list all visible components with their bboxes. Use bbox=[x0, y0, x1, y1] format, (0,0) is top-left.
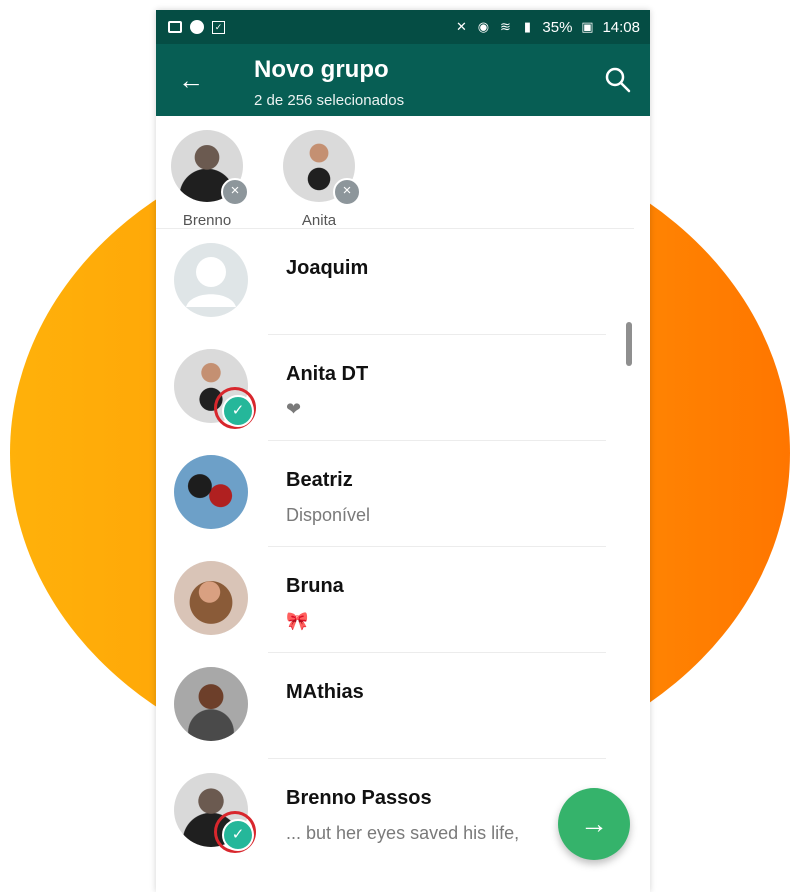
battery-icon: ▣ bbox=[581, 19, 594, 34]
page-title: Novo grupo bbox=[254, 56, 389, 83]
search-icon[interactable] bbox=[604, 66, 632, 94]
contact-name: Anita DT bbox=[286, 363, 369, 385]
contact-row-joaquim[interactable]: Joaquim bbox=[156, 229, 650, 335]
contact-name: Joaquim bbox=[286, 257, 369, 279]
contact-status: ... but her eyes saved his life, bbox=[286, 823, 520, 843]
contact-status: Disponível bbox=[286, 505, 371, 525]
selected-participants: × Brenno × Anita bbox=[156, 116, 634, 229]
remove-icon[interactable]: × bbox=[221, 178, 249, 206]
avatar bbox=[174, 561, 248, 635]
bow-emoji: 🎀 bbox=[286, 611, 309, 631]
status-bar: ✓ ✕ ◉ ≋ ▮ 35% ▣ 14:08 bbox=[156, 10, 650, 44]
contact-row-anita-dt[interactable]: ✓ Anita DT ❤ bbox=[156, 335, 650, 441]
avatar: × bbox=[171, 130, 249, 206]
status-right-icons: ✕ ◉ ≋ ▮ 35% ▣ 14:08 bbox=[454, 19, 640, 36]
contact-name: Beatriz bbox=[286, 469, 353, 491]
wifi-icon: ≋ bbox=[499, 19, 511, 34]
battery-percentage: 35% bbox=[542, 18, 573, 36]
scrollbar[interactable] bbox=[626, 322, 632, 366]
phone-screen: ✓ ✕ ◉ ≋ ▮ 35% ▣ 14:08 ← Novo grupo 2 de … bbox=[156, 10, 650, 892]
placeholder-avatar-icon bbox=[174, 243, 248, 317]
mute-icon: ✕ bbox=[455, 19, 467, 34]
selected-check-icon: ✓ bbox=[222, 395, 254, 427]
remove-icon[interactable]: × bbox=[333, 178, 361, 206]
status-left-icons: ✓ bbox=[168, 20, 225, 34]
clock: 14:08 bbox=[602, 18, 640, 36]
heart-emoji: ❤ bbox=[286, 399, 302, 419]
next-button[interactable]: → bbox=[558, 788, 630, 860]
contact-name: MAthias bbox=[286, 681, 364, 703]
avatar: × bbox=[283, 130, 361, 206]
selected-name: Anita bbox=[301, 212, 337, 229]
contact-row-mathias[interactable]: MAthias bbox=[156, 653, 650, 759]
selected-chip-anita[interactable]: × Anita bbox=[274, 130, 364, 229]
selected-check-icon: ✓ bbox=[222, 819, 254, 851]
contact-name: Brenno Passos bbox=[286, 787, 432, 809]
app-bar: ← Novo grupo 2 de 256 selecionados bbox=[156, 44, 650, 116]
music-icon bbox=[190, 20, 204, 34]
contact-name: Bruna bbox=[286, 575, 344, 597]
contact-list: Joaquim ✓ Anita DT ❤ Beatriz Disponível … bbox=[156, 229, 650, 865]
contact-row-beatriz[interactable]: Beatriz Disponível bbox=[156, 441, 650, 547]
selection-count: 2 de 256 selecionados bbox=[254, 92, 405, 109]
image-icon bbox=[168, 21, 182, 33]
avatar bbox=[174, 455, 248, 529]
avatar bbox=[174, 667, 248, 741]
signal-icon: ▮ bbox=[523, 19, 531, 34]
alarm-icon: ◉ bbox=[477, 19, 490, 34]
selected-name: Brenno bbox=[182, 212, 232, 229]
back-arrow-icon[interactable]: ← bbox=[178, 67, 204, 94]
contact-row-bruna[interactable]: Bruna 🎀 bbox=[156, 547, 650, 653]
selected-chip-brenno[interactable]: × Brenno bbox=[162, 130, 252, 229]
checkbox-icon: ✓ bbox=[212, 20, 225, 34]
